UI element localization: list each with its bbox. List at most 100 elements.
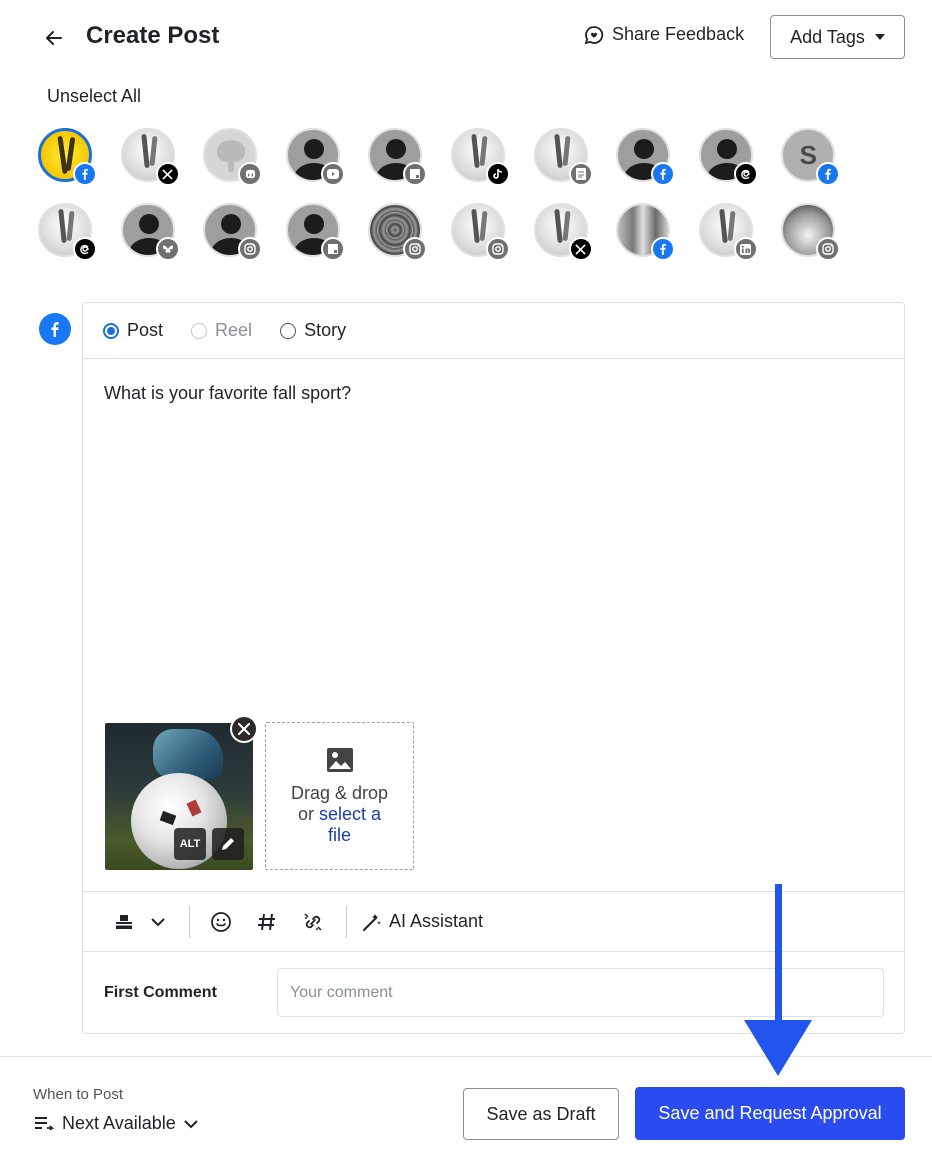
profile-avatar[interactable] [203, 128, 263, 186]
toolbar-divider [189, 905, 190, 938]
emoji-button[interactable] [204, 905, 238, 939]
media-thumbnail[interactable]: ALT [105, 723, 253, 870]
magic-wand-icon [363, 913, 381, 931]
annotation-arrow [744, 884, 812, 1076]
add-tags-label: Add Tags [790, 26, 865, 47]
profile-selector: S [38, 128, 841, 261]
x-icon [568, 237, 593, 261]
unselect-all-link[interactable]: Unselect All [47, 86, 141, 107]
emoji-icon [211, 911, 231, 932]
dropzone-text: Drag & drop [290, 782, 389, 803]
save-as-draft-button[interactable]: Save as Draft [463, 1088, 619, 1140]
post-type-label: Reel [215, 320, 253, 340]
google-business-icon [403, 162, 428, 186]
profile-avatar[interactable] [616, 203, 676, 261]
hashtag-button[interactable] [250, 905, 284, 939]
profile-avatar[interactable] [368, 128, 428, 186]
share-feedback-button[interactable]: Share Feedback [584, 24, 744, 45]
media-dropzone[interactable]: Drag & drop or select a file [265, 722, 414, 870]
facebook-icon [651, 162, 676, 186]
select-file-link-continued[interactable]: file [328, 825, 351, 846]
save-and-request-approval-button[interactable]: Save and Request Approval [635, 1087, 905, 1140]
blog-icon [568, 162, 593, 186]
threads-icon [73, 237, 97, 261]
profile-avatar[interactable] [285, 203, 345, 261]
profile-avatar[interactable] [450, 128, 510, 186]
select-file-link[interactable]: select a [319, 804, 381, 824]
radio-post[interactable] [103, 322, 119, 339]
post-type-post[interactable]: Post [103, 320, 163, 341]
add-tags-dropdown[interactable]: Add Tags [770, 15, 905, 59]
profile-avatar[interactable] [533, 203, 593, 261]
linkedin-icon [733, 237, 758, 261]
profile-avatar[interactable] [781, 203, 841, 261]
facebook-icon [651, 237, 676, 261]
bluesky-icon [155, 237, 180, 261]
profile-avatar[interactable] [38, 203, 97, 261]
instagram-icon [816, 237, 841, 261]
profile-avatar[interactable] [698, 128, 758, 186]
threads-icon [733, 162, 758, 186]
caret-down-icon [874, 34, 885, 40]
profile-avatar[interactable] [368, 203, 428, 261]
post-text-editor[interactable]: What is your favorite fall sport? [104, 383, 351, 404]
post-type-label: Story [304, 320, 347, 340]
profile-avatar[interactable] [698, 203, 758, 261]
facebook-icon [73, 162, 97, 186]
profile-avatar[interactable] [120, 203, 180, 261]
arrow-left-icon [46, 31, 62, 45]
ai-assistant-label: AI Assistant [389, 911, 484, 931]
profile-avatar[interactable] [450, 203, 510, 261]
radio-story[interactable] [280, 322, 297, 339]
facebook-icon [39, 313, 71, 345]
when-to-post-value: Next Available [62, 1113, 176, 1133]
thumbnail-boot [153, 729, 223, 779]
edit-media-button[interactable] [212, 828, 244, 860]
post-type-story[interactable]: Story [280, 320, 346, 341]
radio-reel[interactable] [191, 322, 208, 339]
remove-media-button[interactable] [230, 715, 258, 743]
when-to-post-select[interactable]: Next Available [34, 1113, 198, 1134]
post-type-group: Post Reel Story [83, 303, 904, 359]
first-comment-label: First Comment [104, 984, 217, 1001]
stamp-button[interactable] [107, 905, 141, 939]
chevron-down-icon [151, 917, 165, 926]
dropzone-or-line: or select a [297, 803, 382, 824]
when-to-post-label: When to Post [33, 1086, 124, 1103]
feedback-icon [584, 25, 604, 44]
image-icon [326, 747, 353, 772]
x-icon [155, 162, 180, 186]
instagram-icon [485, 237, 510, 261]
profile-avatar[interactable] [533, 128, 593, 186]
profile-avatar[interactable]: S [781, 128, 841, 186]
instagram-icon [238, 237, 263, 261]
page-title: Create Post [86, 22, 220, 49]
queue-icon [35, 1116, 54, 1131]
hashtag-icon [258, 913, 275, 930]
youtube-icon [320, 162, 345, 186]
profile-avatar[interactable] [120, 128, 180, 186]
post-type-reel[interactable]: Reel [191, 320, 252, 341]
profile-avatar[interactable] [285, 128, 345, 186]
profile-avatar[interactable] [203, 203, 263, 261]
stamp-dropdown-button[interactable] [141, 905, 175, 939]
tiktok-icon [485, 162, 510, 186]
alt-text-button[interactable]: ALT [174, 828, 206, 860]
pencil-icon [222, 838, 234, 850]
post-type-label: Post [127, 320, 164, 340]
close-icon [238, 723, 250, 735]
share-feedback-label: Share Feedback [612, 24, 745, 44]
toolbar-divider [346, 905, 347, 938]
back-button[interactable] [40, 24, 68, 52]
mastodon-icon [238, 162, 263, 186]
profile-avatar[interactable] [616, 128, 676, 186]
stamp-icon [116, 914, 132, 929]
chevron-down-icon [184, 1119, 198, 1128]
facebook-icon [816, 162, 841, 186]
link-shortener-button[interactable] [296, 905, 330, 939]
google-business-icon [320, 237, 345, 261]
link-icon [304, 912, 322, 931]
instagram-icon [403, 237, 428, 261]
profile-avatar[interactable] [38, 128, 97, 186]
ai-assistant-button[interactable]: AI Assistant [361, 911, 483, 933]
